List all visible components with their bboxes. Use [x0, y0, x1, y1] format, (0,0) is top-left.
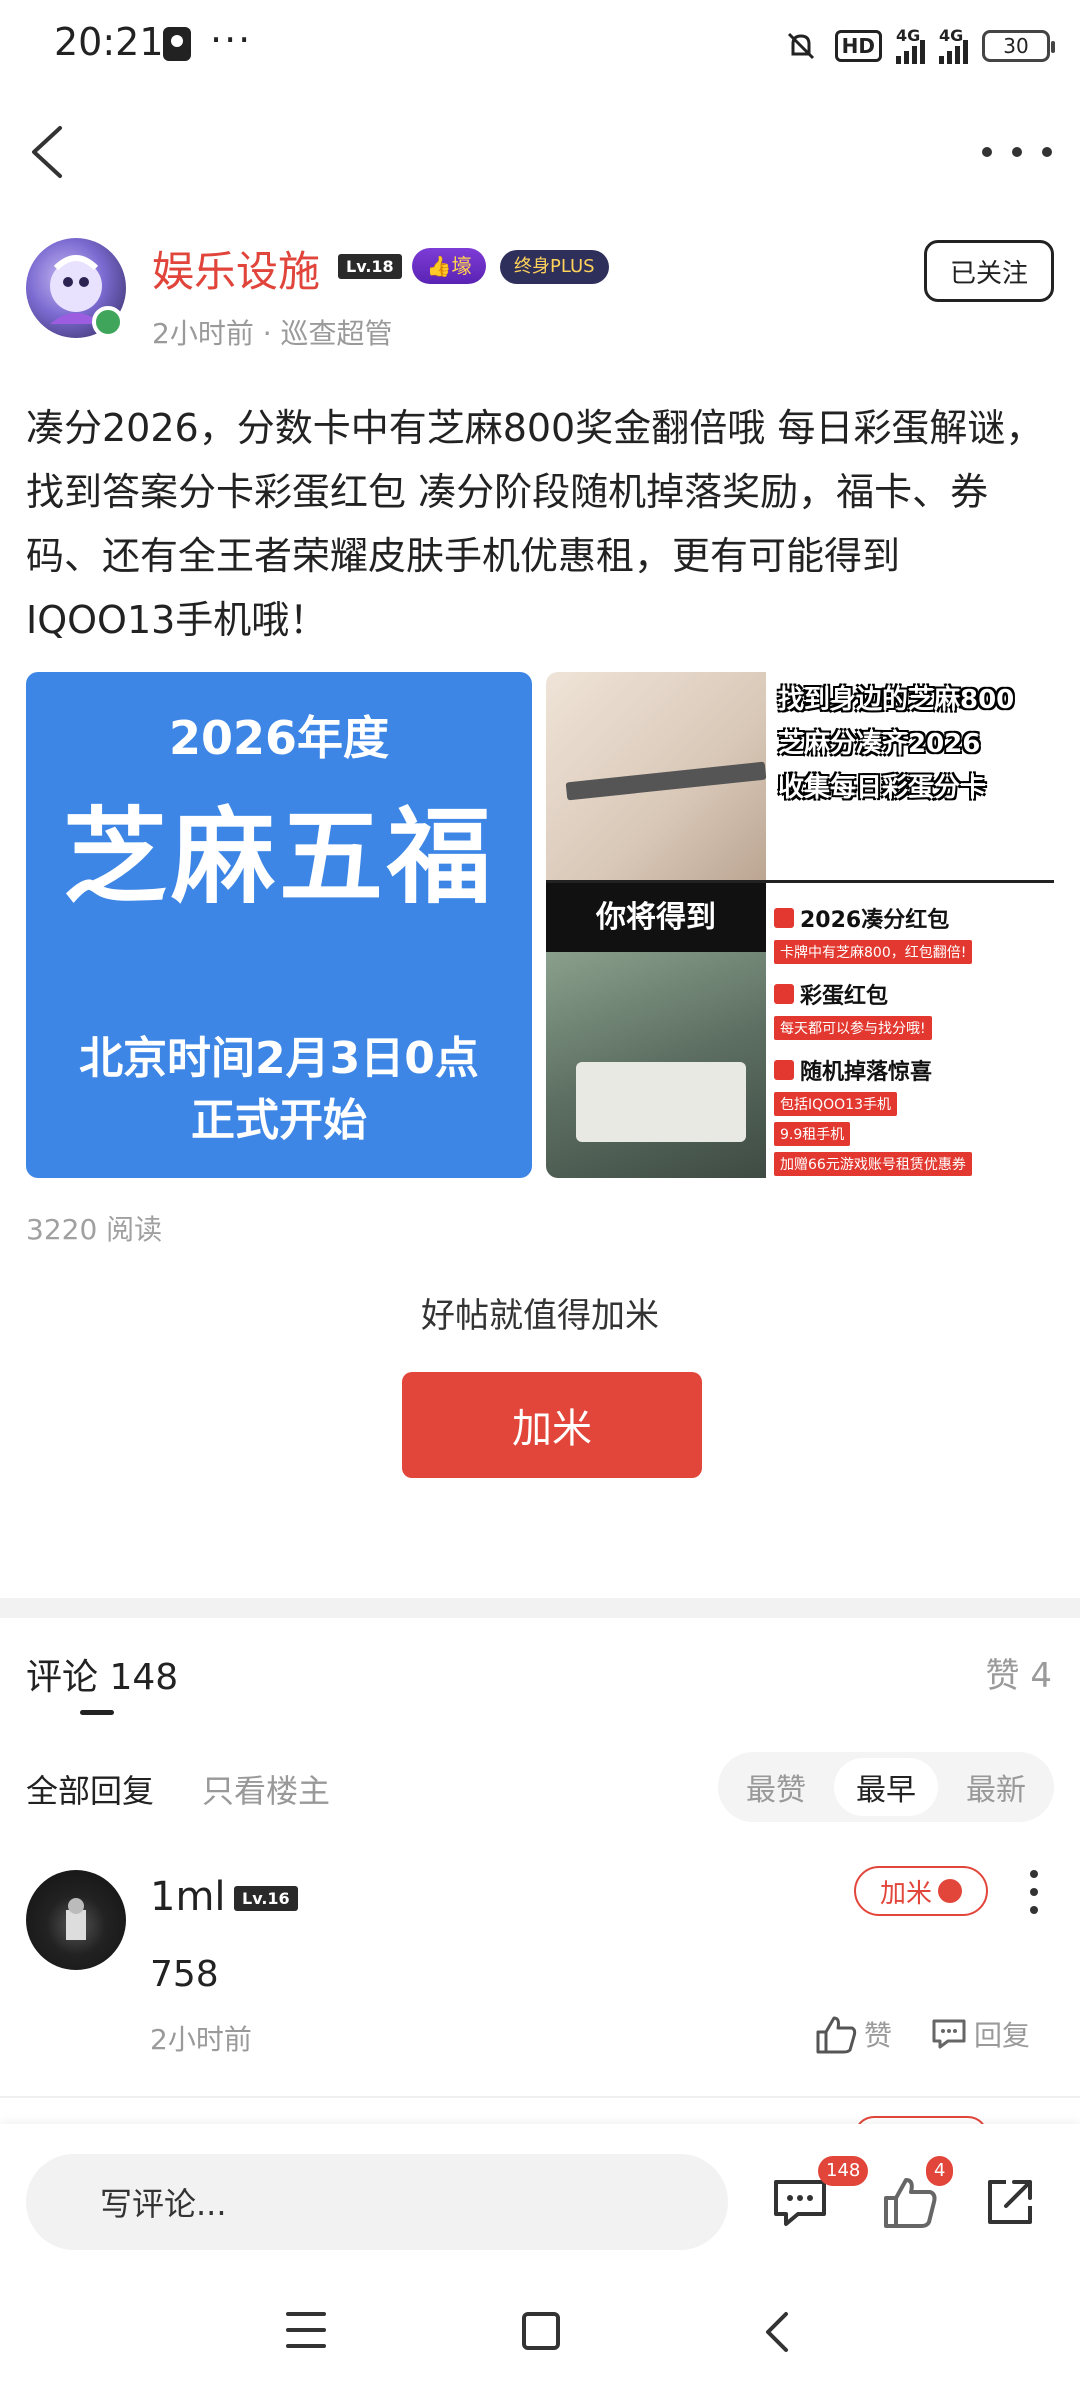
thumbs-up-icon: [816, 2016, 857, 2054]
author-name[interactable]: 娱乐设施: [152, 238, 320, 299]
tab-underline: [80, 1710, 114, 1715]
image1-year: 2026年度: [168, 711, 390, 765]
status-time: 20:21: [54, 20, 164, 64]
home-icon[interactable]: [522, 2312, 560, 2350]
comments-count-badge: 148: [818, 2156, 869, 2186]
section-divider: [0, 1598, 1080, 1618]
commenter-level-badge: Lv.16: [234, 1886, 298, 1911]
verified-badge-icon: [92, 306, 124, 338]
red-envelope-icon: [774, 908, 794, 928]
like-count-badge: 4: [926, 2156, 954, 2186]
share-icon[interactable]: [980, 2172, 1040, 2232]
signal-icon: 4G: [896, 26, 925, 64]
sort-most-liked[interactable]: 最赞: [724, 1758, 828, 1816]
post-image-1[interactable]: 2026年度 芝麻五福 北京时间2月3日0点 正式开始: [26, 672, 532, 1178]
red-envelope-icon: [774, 984, 794, 1004]
system-back-icon[interactable]: [758, 2308, 798, 2356]
coin-icon: [938, 1879, 962, 1903]
post-meta: 2小时前 · 巡查超管: [152, 317, 393, 350]
comment-like-button[interactable]: 赞: [814, 2014, 892, 2054]
recent-apps-icon[interactable]: [286, 2312, 326, 2348]
mute-icon: [787, 32, 814, 60]
reply-icon: [932, 2019, 966, 2049]
tab-likes[interactable]: 赞 4: [986, 1648, 1052, 1697]
image2-photo-card: [546, 672, 767, 882]
battery-level: 30: [1003, 34, 1029, 58]
image2-photo-reader: [546, 952, 766, 1178]
commenter-name[interactable]: 1ml: [150, 1874, 226, 1920]
status-more-dots: ···: [210, 18, 253, 62]
comment-reply-button[interactable]: 回复: [930, 2014, 1030, 2054]
gift-icon: [774, 1060, 794, 1080]
image2-top-text: 找到身边的芝麻800 芝麻分凑齐2026 收集每日彩蛋分卡: [778, 685, 1015, 803]
battery-icon: 30: [982, 30, 1055, 62]
comment-time: 2小时前: [150, 2023, 252, 2056]
image1-headline: 芝麻五福: [62, 796, 495, 918]
image2-reward-list: 2026凑分红包 卡牌中有芝麻800，红包翻倍! 彩蛋红包 每天都可以参与找分哦…: [774, 894, 1052, 1176]
location-icon: [163, 27, 191, 61]
plus-member-badge: 终身PLUS: [500, 250, 609, 284]
sort-latest[interactable]: 最新: [944, 1758, 1048, 1816]
reward-button[interactable]: 加米: [402, 1372, 702, 1478]
reward-hint: 好帖就值得加米: [421, 1296, 659, 1336]
status-bar: 20:21 ··· HD 4G 4G 30: [0, 0, 1080, 92]
more-options-button[interactable]: [982, 130, 1052, 174]
author-level-badge: Lv.18: [338, 254, 402, 279]
tab-comments[interactable]: 评论 148: [26, 1648, 178, 1700]
comment-reward-button[interactable]: 加米: [854, 1866, 988, 1916]
image2-black-label: 你将得到: [546, 883, 766, 953]
back-icon[interactable]: [20, 120, 76, 184]
comment-input[interactable]: 写评论...: [26, 2154, 728, 2250]
commenter-avatar-art: [66, 1898, 86, 1940]
status-indicators: HD 4G 4G 30: [781, 24, 1055, 68]
image1-time-line2: 正式开始: [191, 1095, 367, 1146]
post-body: 凑分2026，分数卡中有芝麻800奖金翻倍哦 每日彩蛋解谜，找到答案分卡彩蛋红包…: [26, 406, 1044, 642]
image1-time-line1: 北京时间2月3日0点: [79, 1033, 479, 1084]
hd-badge: HD: [834, 30, 882, 62]
author-title-badge: 👍壕: [412, 248, 486, 284]
comment-divider: [0, 2096, 1080, 2098]
sort-earliest[interactable]: 最早: [834, 1758, 938, 1816]
filter-all-replies[interactable]: 全部回复: [26, 1766, 154, 1812]
signal-icon-2: 4G: [939, 26, 968, 64]
comment-body: 758: [150, 1954, 219, 1995]
read-count: 3220 阅读: [26, 1213, 163, 1246]
follow-button[interactable]: 已关注: [924, 240, 1054, 302]
post-image-2[interactable]: 找到身边的芝麻800 芝麻分凑齐2026 收集每日彩蛋分卡 你将得到 2026凑…: [546, 672, 1054, 1178]
comment-more-icon[interactable]: [1026, 1870, 1042, 1914]
sort-toggle-group: 最赞 最早 最新: [718, 1752, 1054, 1822]
commenter-avatar[interactable]: [26, 1870, 126, 1970]
filter-host-only[interactable]: 只看楼主: [202, 1766, 330, 1812]
